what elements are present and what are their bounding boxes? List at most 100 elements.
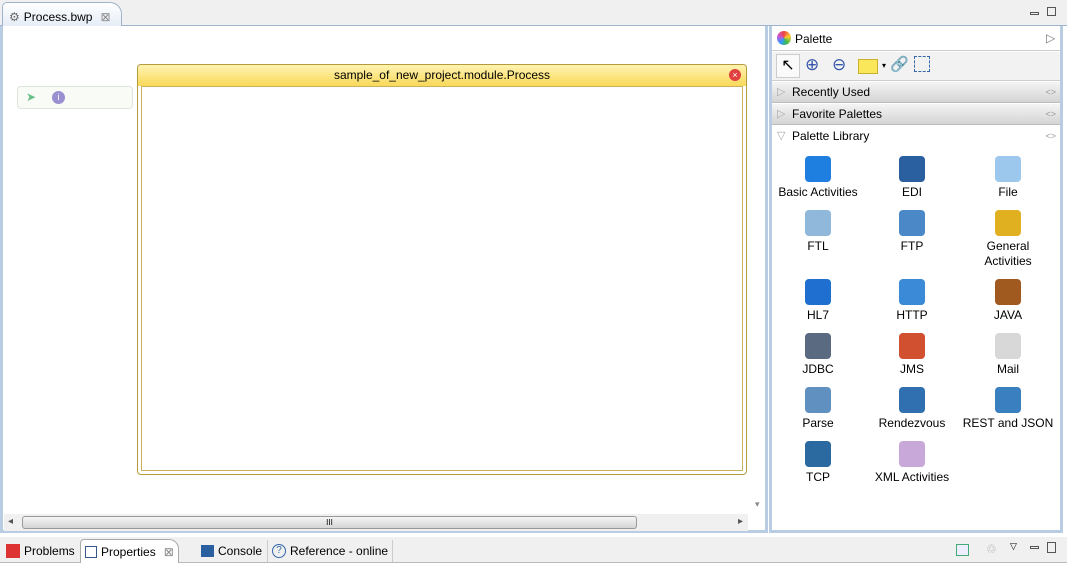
tab-label: Process.bwp bbox=[23, 10, 93, 24]
drawer-label: Palette Library bbox=[792, 129, 870, 143]
tab-label: Properties bbox=[101, 544, 156, 559]
pin-view-icon[interactable] bbox=[956, 544, 969, 556]
help-icon: ? bbox=[272, 544, 286, 558]
dropdown-icon[interactable]: ▾ bbox=[882, 61, 886, 70]
scroll-right-arrow[interactable]: ▸ bbox=[738, 516, 743, 527]
drawer-favorite-palettes[interactable]: ▷ Favorite Palettes <> bbox=[772, 104, 1060, 125]
palette-item-label: Mail bbox=[996, 362, 1019, 376]
palette-item-label: File bbox=[998, 185, 1018, 199]
maximize-button[interactable] bbox=[1047, 7, 1056, 16]
problems-icon bbox=[6, 544, 20, 558]
note-icon[interactable] bbox=[858, 59, 878, 74]
palette-item-ftp[interactable]: FTP bbox=[864, 210, 960, 254]
palette-item-file[interactable]: File bbox=[960, 156, 1056, 200]
horizontal-scrollbar[interactable]: ◂ III ▸ bbox=[4, 514, 748, 531]
minimize-button[interactable] bbox=[1030, 12, 1039, 15]
envelope-icon bbox=[995, 333, 1021, 359]
palette-item-jms[interactable]: JMS bbox=[864, 333, 960, 377]
tab-process-bwp[interactable]: ⚙ Process.bwp ⊠ bbox=[2, 2, 122, 27]
monitor-icon bbox=[805, 441, 831, 467]
palette-item-tcp[interactable]: TCP bbox=[770, 441, 866, 485]
palette-item-label: Parse bbox=[802, 416, 834, 430]
scroll-down-arrow[interactable]: ▾ bbox=[755, 499, 760, 510]
palette-item-label: FTL bbox=[807, 239, 829, 253]
link-view-icon[interactable]: ♲ bbox=[986, 542, 997, 556]
palette-toolbar: ↖ ⊕ ⊖ ▾ 🔗 bbox=[772, 52, 1060, 81]
expand-icon[interactable]: ▷ bbox=[1046, 31, 1055, 45]
maximize-button[interactable] bbox=[1047, 542, 1056, 553]
process-title: sample_of_new_project.module.Process bbox=[138, 65, 746, 86]
tab-label: Reference - online bbox=[290, 544, 389, 558]
palette-item-general-activities[interactable]: General Activities bbox=[960, 210, 1056, 269]
expand-triangle-icon: ▷ bbox=[777, 86, 786, 98]
palette-item-rest-and-json[interactable]: REST and JSON bbox=[960, 387, 1056, 431]
palette-item-hl7[interactable]: HL7 bbox=[770, 279, 866, 323]
palette-item-basic-activities[interactable]: Basic Activities bbox=[770, 156, 866, 200]
palette-item-label: Rendezvous bbox=[878, 416, 946, 430]
close-icon[interactable]: ⊠ bbox=[100, 10, 110, 24]
palette-item-label: FTP bbox=[900, 239, 924, 253]
play-icon bbox=[805, 156, 831, 182]
palette-item-http[interactable]: HTTP bbox=[864, 279, 960, 323]
process-start-box[interactable]: ➤ i bbox=[17, 86, 133, 109]
palette-item-label: General Activities bbox=[984, 239, 1032, 268]
palette-item-java[interactable]: JAVA bbox=[960, 279, 1056, 323]
globe-arrows-icon bbox=[995, 387, 1021, 413]
globe-icon bbox=[899, 279, 925, 305]
editor-tab-bar: ⚙ Process.bwp ⊠ bbox=[0, 0, 1067, 27]
palette-item-label: REST and JSON bbox=[962, 416, 1054, 430]
view-menu-icon[interactable]: ▽ bbox=[1010, 541, 1017, 552]
arrow-icon bbox=[899, 387, 925, 413]
caduceus-icon bbox=[805, 279, 831, 305]
cubes-icon bbox=[805, 210, 831, 236]
close-icon[interactable]: × bbox=[729, 69, 741, 81]
collapse-triangle-icon: ▽ bbox=[777, 130, 786, 142]
palette-item-label: JMS bbox=[900, 362, 924, 376]
palette-item-parse[interactable]: Parse bbox=[770, 387, 866, 431]
scrollbar-thumb[interactable]: III bbox=[22, 516, 637, 529]
pin-icon[interactable]: <> bbox=[1045, 104, 1056, 125]
palette-item-label: Basic Activities bbox=[778, 185, 858, 199]
zoom-out-icon[interactable]: ⊖ bbox=[832, 55, 846, 75]
palette-icon bbox=[777, 31, 791, 45]
process-editor-canvas[interactable]: ➤ i sample_of_new_project.module.Process… bbox=[0, 26, 768, 533]
process-body[interactable] bbox=[141, 86, 743, 471]
palette-item-mail[interactable]: Mail bbox=[960, 333, 1056, 377]
gear-icon: ⚙ bbox=[9, 10, 20, 24]
edi-icon bbox=[899, 156, 925, 182]
drawer-label: Favorite Palettes bbox=[792, 107, 883, 121]
info-icon[interactable]: i bbox=[52, 91, 65, 104]
minimize-button[interactable] bbox=[1030, 546, 1039, 549]
tab-properties[interactable]: Properties ⊠ bbox=[80, 539, 179, 563]
tab-console[interactable]: Console bbox=[197, 540, 266, 562]
tab-label: Console bbox=[218, 544, 263, 558]
palette-item-rendezvous[interactable]: Rendezvous bbox=[864, 387, 960, 431]
palette-item-ftl[interactable]: FTL bbox=[770, 210, 866, 254]
ftp-icon bbox=[899, 210, 925, 236]
palette-panel: Palette ▷ ↖ ⊕ ⊖ ▾ 🔗 ▷ Recently Used <> ▷… bbox=[769, 26, 1063, 533]
file-icon bbox=[995, 156, 1021, 182]
zoom-in-icon[interactable]: ⊕ bbox=[805, 55, 819, 75]
pin-icon[interactable]: <> bbox=[1045, 126, 1056, 147]
tab-label: Problems bbox=[24, 544, 75, 558]
palette-item-label: HTTP bbox=[896, 308, 928, 322]
close-icon[interactable]: ⊠ bbox=[164, 541, 174, 563]
palette-item-label: JAVA bbox=[993, 308, 1023, 322]
drawer-label: Recently Used bbox=[792, 85, 871, 99]
expand-triangle-icon: ▷ bbox=[777, 108, 786, 120]
palette-item-xml-activities[interactable]: XML Activities bbox=[864, 441, 960, 485]
pin-icon[interactable]: <> bbox=[1045, 82, 1056, 103]
palette-item-jdbc[interactable]: JDBC bbox=[770, 333, 866, 377]
scroll-left-arrow[interactable]: ◂ bbox=[8, 516, 13, 527]
properties-icon bbox=[85, 545, 97, 558]
link-icon[interactable]: 🔗 bbox=[890, 55, 909, 73]
palette-item-edi[interactable]: EDI bbox=[864, 156, 960, 200]
marquee-icon[interactable] bbox=[914, 56, 930, 72]
tab-reference-online[interactable]: ? Reference - online bbox=[267, 540, 394, 562]
palette-item-label: HL7 bbox=[806, 308, 829, 322]
drawer-palette-library[interactable]: ▽ Palette Library <> bbox=[772, 126, 1060, 147]
drawer-recently-used[interactable]: ▷ Recently Used <> bbox=[772, 82, 1060, 103]
process-container[interactable]: sample_of_new_project.module.Process × bbox=[137, 64, 747, 475]
tab-problems[interactable]: Problems bbox=[2, 540, 79, 562]
select-tool-icon[interactable]: ↖ bbox=[776, 54, 800, 78]
